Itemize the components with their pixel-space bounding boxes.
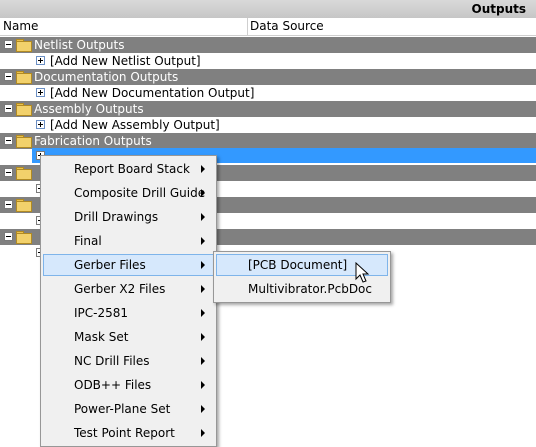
menu-item-gerber-x2-files[interactable]: Gerber X2 Files <box>43 278 214 300</box>
menu-item-drill-drawings[interactable]: Drill Drawings <box>43 206 214 228</box>
menu-item-composite-drill-guide[interactable]: Composite Drill Guide <box>43 182 214 204</box>
add-output-row[interactable]: [Add New Assembly Output] <box>0 117 536 133</box>
menu-item-gerber-files[interactable]: Gerber Files <box>43 254 214 276</box>
collapse-icon[interactable] <box>4 40 13 49</box>
menu-item-test-point-report[interactable]: Test Point Report <box>43 422 214 444</box>
menu-item-label: Gerber Files <box>74 258 146 272</box>
add-output-label[interactable]: [Add New Documentation Output] <box>50 86 254 100</box>
menu-item-mask-set[interactable]: Mask Set <box>43 326 214 348</box>
panel-title: Outputs <box>471 2 527 16</box>
group-label: Fabrication Outputs <box>34 134 152 148</box>
collapse-icon[interactable] <box>4 136 13 145</box>
submenu-arrow-icon <box>201 285 205 293</box>
submenu-arrow-icon <box>201 213 205 221</box>
mouse-cursor-icon <box>355 262 370 283</box>
collapse-icon[interactable] <box>4 72 13 81</box>
add-output-row[interactable]: [Add New Netlist Output] <box>0 53 536 69</box>
menu-item-label: IPC-2581 <box>74 306 129 320</box>
group-row-documentation-outputs[interactable]: Documentation Outputs <box>0 69 536 85</box>
folder-icon <box>16 167 32 180</box>
column-name-header[interactable]: Name <box>3 19 38 33</box>
folder-icon <box>16 39 32 52</box>
collapse-icon[interactable] <box>4 232 13 241</box>
group-row-assembly-outputs[interactable]: Assembly Outputs <box>0 101 536 117</box>
menu-item-label: Test Point Report <box>74 426 175 440</box>
menu-item-label: Composite Drill Guide <box>74 186 206 200</box>
submenu-arrow-icon <box>201 261 205 269</box>
menu-item-odb-files[interactable]: ODB++ Files <box>43 374 214 396</box>
menu-item-label: NC Drill Files <box>74 354 150 368</box>
add-output-label[interactable]: [Add New Netlist Output] <box>50 54 201 68</box>
folder-icon <box>16 231 32 244</box>
group-row-fabrication-outputs[interactable]: Fabrication Outputs <box>0 133 536 149</box>
menu-item-nc-drill-files[interactable]: NC Drill Files <box>43 350 214 372</box>
folder-icon <box>16 71 32 84</box>
column-header: Name Data Source <box>0 18 536 36</box>
group-row-netlist-outputs[interactable]: Netlist Outputs <box>0 37 536 53</box>
column-data-source-header[interactable]: Data Source <box>250 19 324 33</box>
expand-icon[interactable] <box>36 120 45 129</box>
menu-item-label: Mask Set <box>74 330 129 344</box>
submenu-arrow-icon <box>201 381 205 389</box>
menu-item-power-plane-set[interactable]: Power-Plane Set <box>43 398 214 420</box>
menu-item-label: ODB++ Files <box>74 378 152 392</box>
menu-item-label: Gerber X2 Files <box>74 282 166 296</box>
context-menu: Report Board Stack Composite Drill Guide… <box>40 155 217 447</box>
group-label: Documentation Outputs <box>34 70 179 84</box>
collapse-icon[interactable] <box>4 104 13 113</box>
folder-icon <box>16 103 32 116</box>
submenu-arrow-icon <box>201 237 205 245</box>
menu-item-ipc-2581[interactable]: IPC-2581 <box>43 302 214 324</box>
submenu-arrow-icon <box>201 357 205 365</box>
submenu-arrow-icon <box>201 189 205 197</box>
submenu-item-label: Multivibrator.PcbDoc <box>248 282 372 296</box>
add-output-label[interactable]: [Add New Assembly Output] <box>50 118 220 132</box>
collapse-icon[interactable] <box>4 168 13 177</box>
submenu-arrow-icon <box>201 429 205 437</box>
menu-item-label: Drill Drawings <box>74 210 159 224</box>
expand-icon[interactable] <box>36 56 45 65</box>
panel-titlebar: Outputs <box>0 0 536 19</box>
add-output-row[interactable]: [Add New Documentation Output] <box>0 85 536 101</box>
submenu-arrow-icon <box>201 165 205 173</box>
expand-icon[interactable] <box>36 88 45 97</box>
submenu-arrow-icon <box>201 405 205 413</box>
group-label: Netlist Outputs <box>34 38 125 52</box>
collapse-icon[interactable] <box>4 200 13 209</box>
menu-item-report-board-stack[interactable]: Report Board Stack <box>43 158 214 180</box>
submenu-arrow-icon <box>201 309 205 317</box>
menu-item-final[interactable]: Final <box>43 230 214 252</box>
submenu-arrow-icon <box>201 333 205 341</box>
folder-icon <box>16 199 32 212</box>
submenu-item-label: [PCB Document] <box>248 258 348 272</box>
selected-row-data-source[interactable] <box>244 148 536 163</box>
menu-item-label: Power-Plane Set <box>74 402 171 416</box>
group-label: Assembly Outputs <box>34 102 144 116</box>
folder-icon <box>16 135 32 148</box>
column-divider[interactable] <box>247 18 248 35</box>
menu-item-label: Report Board Stack <box>74 162 190 176</box>
menu-item-label: Final <box>74 234 102 248</box>
